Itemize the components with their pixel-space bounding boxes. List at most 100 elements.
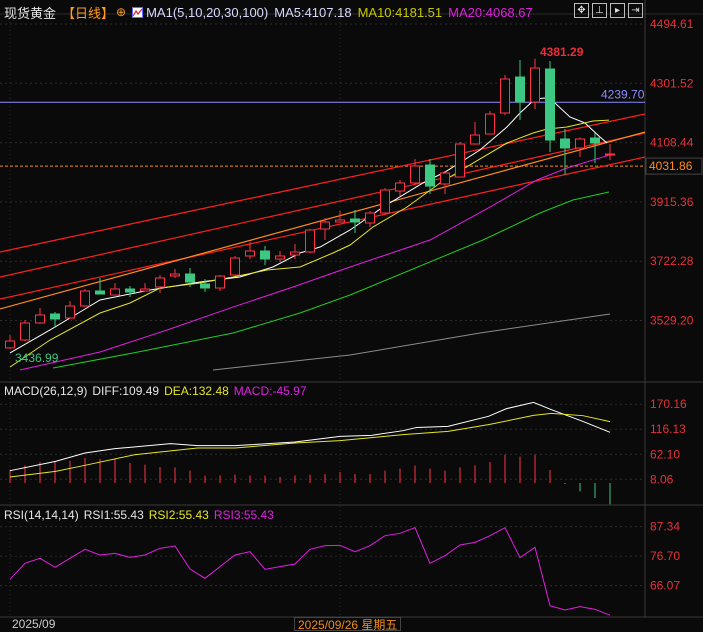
candle-body <box>410 165 420 184</box>
candle-body <box>275 255 285 260</box>
candle-body <box>65 305 75 319</box>
macd-diff: DIFF:109.49 <box>92 384 160 398</box>
candle-body <box>155 277 165 288</box>
candle-body <box>20 322 30 341</box>
candle-body <box>290 251 300 256</box>
candle-body <box>170 273 180 277</box>
macd-panel[interactable] <box>9 401 611 505</box>
macd-tick-label: 62.10 <box>650 447 680 461</box>
macd-params: MACD(26,12,9) <box>4 384 88 398</box>
ma100-line <box>212 313 611 371</box>
candle-body <box>230 257 240 276</box>
candle-up <box>110 283 120 296</box>
candle-down <box>350 209 360 234</box>
candle-up <box>575 137 585 157</box>
target-icon[interactable]: ⊕ <box>116 5 126 19</box>
price-tick-label: 4108.44 <box>650 136 694 150</box>
x-axis-start-label: 2025/09 <box>12 617 56 631</box>
grid <box>0 0 703 618</box>
ma-params: MA1(5,10,20,30,100) <box>146 4 269 20</box>
ma20-line <box>19 154 611 371</box>
price-tick-label: 3529.20 <box>650 314 694 328</box>
candle-body <box>185 273 195 283</box>
trendline <box>0 131 645 310</box>
rsi-tick-label: 66.07 <box>650 579 680 593</box>
macd-dea: DEA:132.48 <box>164 384 229 398</box>
low-price-label: 3436.99 <box>15 351 59 365</box>
rsi-panel[interactable] <box>9 526 611 616</box>
candle-body <box>200 283 210 289</box>
candle-up <box>305 229 315 253</box>
candle-body <box>395 182 405 192</box>
candle-body <box>500 78 510 114</box>
candle-up <box>35 308 45 325</box>
candle-up <box>5 335 15 349</box>
rsi2-value: RSI2:55.43 <box>148 508 209 522</box>
candle-body <box>215 275 225 289</box>
candle-up <box>65 300 75 319</box>
candle-body <box>140 288 150 292</box>
candle-down <box>260 245 270 266</box>
candle-up <box>80 288 90 307</box>
candle-body <box>35 314 45 324</box>
candle-up <box>395 179 405 196</box>
current-price-label: 4031.86 <box>649 159 693 173</box>
candle-up <box>500 74 510 116</box>
candle-body <box>605 153 615 156</box>
candle-body <box>260 250 270 260</box>
axis-left-icon[interactable]: ⊥ <box>592 3 607 18</box>
candle-body <box>80 290 90 307</box>
candle-up <box>155 274 165 294</box>
rsi3-value: RSI3:55.43 <box>213 508 274 522</box>
macd-tick-label: 8.06 <box>650 472 674 486</box>
candle-body <box>455 143 465 178</box>
kline-chart[interactable]: 4381.29 3436.99 4494.61 4301.52 4108.44 3915… <box>0 0 703 626</box>
rsi1-value: RSI1:55.43 <box>83 508 144 522</box>
rsi-line <box>9 526 611 616</box>
candle-body <box>425 164 435 187</box>
high-price-label: 4381.29 <box>540 45 584 59</box>
candle-up <box>530 58 540 109</box>
ma5-value: MA5:4107.18 <box>274 4 352 20</box>
horizontal-line-label: 4239.70 <box>601 87 645 101</box>
period-label[interactable]: 【日线】 <box>62 3 114 22</box>
candle-body <box>575 138 585 149</box>
x-axis-cursor-label: 2025/09/26 星期五 <box>294 617 402 632</box>
candle-body <box>350 218 360 223</box>
candle-up <box>215 274 225 291</box>
ma5-line <box>9 97 608 354</box>
ma-chart-icon[interactable] <box>132 6 144 18</box>
candle-body <box>245 250 255 257</box>
price-tick-label: 3722.28 <box>650 254 694 268</box>
candle-body <box>560 138 570 149</box>
candle-up <box>470 122 480 145</box>
candle-body <box>485 113 495 135</box>
candle-body <box>365 212 375 224</box>
candle-up <box>365 211 375 228</box>
axis-right-icon[interactable]: ⇥ <box>628 3 643 18</box>
candle-down <box>545 61 555 153</box>
candle-body <box>125 288 135 293</box>
candle-up <box>140 283 150 292</box>
price-tick-label: 3915.36 <box>650 195 694 209</box>
candle-body <box>320 221 330 230</box>
ma20-value: MA20:4068.67 <box>448 4 533 20</box>
price-panel[interactable]: 4381.29 3436.99 <box>0 45 703 371</box>
candle-up <box>275 250 285 262</box>
candle-body <box>470 134 480 145</box>
candle-up <box>380 188 390 214</box>
chart-header: 现货黄金 【日线】 ⊕ MA1(5,10,20,30,100) MA5:4107… <box>4 3 539 21</box>
ma10-value: MA10:4181.51 <box>357 4 443 20</box>
candle-up <box>170 268 180 278</box>
candle-body <box>440 172 450 185</box>
candle-down <box>125 286 135 298</box>
crosshair-icon[interactable]: ✥ <box>574 3 589 18</box>
candle-body <box>305 229 315 253</box>
rsi-tick-label: 87.34 <box>650 520 680 534</box>
instrument-name: 现货黄金 <box>4 5 57 21</box>
price-tick-label: 4494.61 <box>650 17 694 31</box>
candle-body <box>590 137 600 144</box>
chart-toolbar: ✥ ⊥ ▸ ⇥ <box>574 3 643 18</box>
axis-play-icon[interactable]: ▸ <box>610 3 625 18</box>
rsi-params: RSI(14,14,14) <box>4 508 79 522</box>
